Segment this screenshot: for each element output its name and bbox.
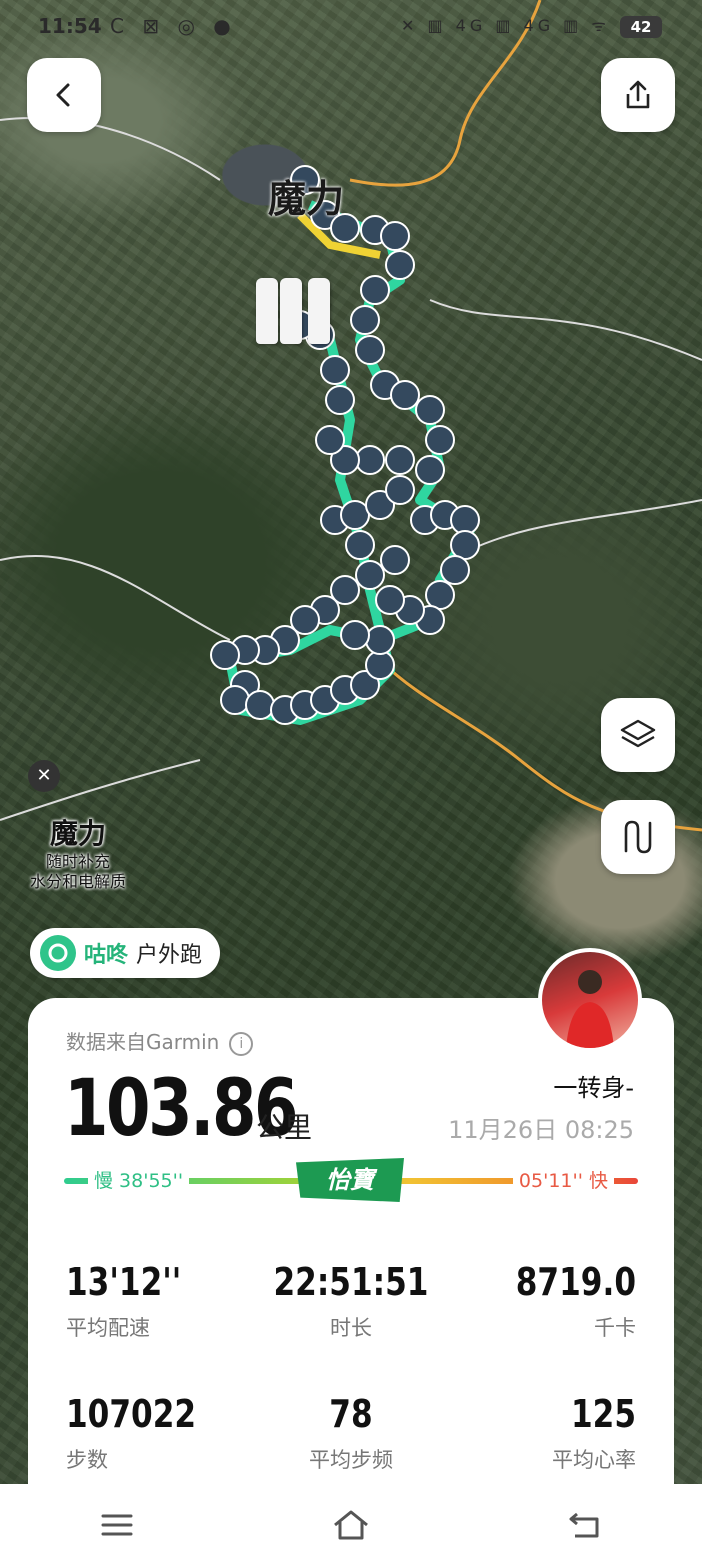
stat-duration: 22:51:51 时长: [251, 1260, 451, 1342]
stat-value: 8719.0: [515, 1260, 636, 1304]
summary-card: 数据来自Garmin i 103.86 公里 一转身- 11月26日 08:25 …: [28, 998, 674, 1498]
stat-value: 107022: [66, 1392, 197, 1436]
app-name: 咕咚: [84, 943, 129, 968]
stat-heart-rate: 125 平均心率: [436, 1392, 636, 1474]
status-bar: 11:54 C ⊠ ◎ ● ✕ ▥ 4G ▥ 4G ▥ ᯤ 42: [0, 0, 702, 56]
km-marker: [245, 690, 275, 720]
km-marker: [365, 625, 395, 655]
km-marker: [415, 455, 445, 485]
km-marker: [340, 500, 370, 530]
km-marker: [390, 380, 420, 410]
close-icon[interactable]: ✕: [28, 760, 60, 792]
km-marker: [220, 685, 250, 715]
data-source-text: 数据来自Garmin: [66, 1030, 220, 1054]
home-button[interactable]: [321, 1500, 381, 1550]
km-marker: [440, 555, 470, 585]
avatar[interactable]: [538, 948, 642, 1052]
km-marker: [355, 335, 385, 365]
ad-title: 魔力: [50, 817, 107, 850]
battery-icon: 42: [620, 16, 662, 38]
km-marker: [355, 445, 385, 475]
stat-label: 步数: [66, 1448, 108, 1472]
km-marker: [450, 505, 480, 535]
username: 一转身-: [553, 1074, 634, 1102]
km-marker: [380, 545, 410, 575]
stat-label: 平均步频: [309, 1448, 393, 1472]
map-place-label: 魔力: [268, 177, 345, 221]
sponsor-bottle: [280, 278, 302, 344]
sponsor-logo: 怡寶: [296, 1158, 404, 1202]
road: [0, 117, 221, 181]
stat-value: 22:51:51: [273, 1260, 429, 1304]
km-marker: [320, 355, 350, 385]
map-ad[interactable]: 魔力 随时补充 水分和电解质: [30, 812, 126, 892]
status-time: 11:54: [38, 14, 102, 38]
km-marker: [355, 560, 385, 590]
app-badge: 咕咚 户外跑: [30, 928, 221, 978]
stat-label: 千卡: [594, 1316, 636, 1340]
activity-type: 户外跑: [136, 943, 203, 968]
back-nav-icon: [569, 1512, 599, 1538]
km-marker: [450, 530, 480, 560]
km-marker: [375, 585, 405, 615]
km-marker: [385, 475, 415, 505]
road: [449, 499, 702, 561]
km-marker: [345, 530, 375, 560]
status-icons: C ⊠ ◎ ●: [110, 14, 237, 38]
back-icon: [56, 83, 70, 107]
pace-fast: 05'11'' 快: [512, 1166, 614, 1193]
ad-line2: 水分和电解质: [30, 872, 127, 891]
km-marker: [365, 650, 395, 680]
menu-icon: [101, 1514, 133, 1536]
km-marker: [360, 275, 390, 305]
network-icons: ✕ ▥ 4G ▥ 4G ▥ ᯤ: [400, 16, 610, 35]
pace-bar: 慢 38'55'' 怡寶 05'11'' 快: [64, 1158, 638, 1202]
menu-button[interactable]: [87, 1500, 147, 1550]
data-source: 数据来自Garmin i: [66, 1026, 254, 1056]
stat-label: 平均配速: [66, 1316, 150, 1340]
share-icon: [626, 80, 650, 109]
avatar-image: [566, 970, 614, 1048]
app-logo-icon: [40, 935, 76, 971]
back-nav-button[interactable]: [555, 1500, 615, 1550]
km-marker: [385, 445, 415, 475]
km-marker: [425, 580, 455, 610]
activity-datetime: 11月26日 08:25: [448, 1116, 634, 1144]
system-nav-bar: [0, 1484, 702, 1566]
sponsor-bottle: [308, 278, 330, 344]
road: [0, 555, 231, 641]
pace-slow: 慢 38'55'': [88, 1166, 190, 1193]
km-marker: [415, 395, 445, 425]
ad-line1: 随时补充: [46, 852, 111, 871]
km-marker: [385, 250, 415, 280]
km-marker: [340, 620, 370, 650]
stat-calories: 8719.0 千卡: [436, 1260, 636, 1342]
distance-unit: 公里: [256, 1111, 313, 1144]
km-marker: [315, 425, 345, 455]
road: [429, 299, 702, 361]
home-icon: [334, 1510, 368, 1540]
stat-value: 78: [329, 1392, 373, 1436]
share-button[interactable]: [601, 58, 675, 132]
stat-label: 时长: [330, 1316, 372, 1340]
route-toggle-button[interactable]: [601, 800, 675, 874]
km-marker: [350, 305, 380, 335]
stat-avg-pace: 13'12'' 平均配速: [66, 1260, 266, 1342]
info-icon[interactable]: i: [229, 1031, 254, 1056]
km-marker: [325, 385, 355, 415]
km-marker: [425, 425, 455, 455]
stat-cadence: 78 平均步频: [251, 1392, 451, 1474]
stat-steps: 107022 步数: [66, 1392, 266, 1474]
layers-icon: [620, 719, 656, 748]
back-button[interactable]: [27, 58, 101, 132]
stat-value: 13'12'': [66, 1260, 182, 1304]
stat-label: 平均心率: [552, 1448, 636, 1472]
route-toggle-icon: [624, 820, 652, 854]
stat-value: 125: [570, 1392, 636, 1436]
km-marker: [210, 640, 240, 670]
sponsor-bottle: [256, 278, 278, 344]
km-marker: [380, 221, 410, 251]
layers-button[interactable]: [601, 698, 675, 772]
